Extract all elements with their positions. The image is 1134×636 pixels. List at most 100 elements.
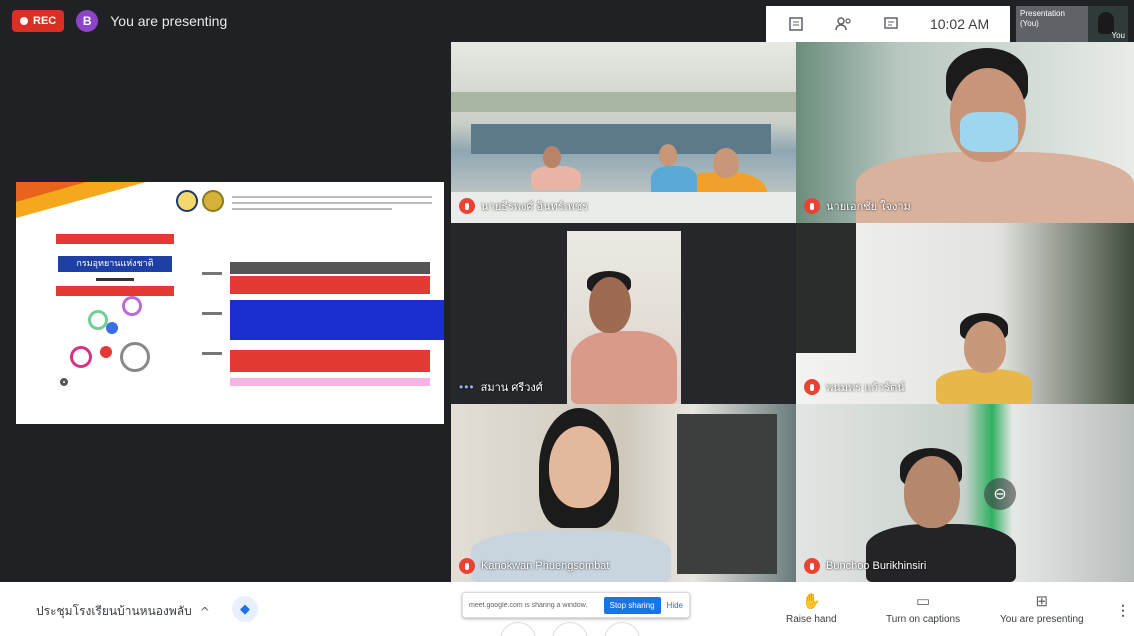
diagram-node [60, 378, 68, 386]
table-footer [230, 378, 430, 386]
top-status-bar: REC B You are presenting [0, 0, 451, 42]
slide-red-bar [56, 286, 174, 296]
mic-off-icon [804, 379, 820, 395]
video-feed [543, 146, 561, 168]
meeting-details[interactable]: ประชุมโรงเรียนบ้านหนองพลับ ^ [36, 602, 210, 621]
recording-label: REC [33, 15, 57, 27]
mic-off-icon [459, 558, 475, 574]
stop-sharing-button[interactable]: Stop sharing [603, 596, 661, 614]
slide-text-line [232, 196, 432, 198]
more-options-icon[interactable]: ⋮ [1116, 602, 1130, 619]
mic-off-icon [804, 198, 820, 214]
record-dot-icon [20, 17, 28, 25]
participant-name-label: ••• สมาน ศรีวงศ์ [459, 378, 543, 396]
table-header [230, 262, 430, 274]
remove-icon[interactable]: ⊖ [984, 478, 1016, 510]
table-row-red [230, 276, 430, 294]
chevron-up-icon: ^ [199, 604, 210, 619]
video-feed [571, 331, 677, 404]
call-controls [500, 622, 640, 636]
video-feed [549, 426, 611, 508]
slide-text-line [232, 202, 432, 204]
shared-slide: กรมอุทยานแห่งชาติ [16, 182, 444, 424]
present-label: You are presenting [1000, 614, 1084, 625]
video-feed [964, 321, 1006, 373]
diagram-node [120, 342, 150, 372]
end-call-button[interactable] [552, 622, 588, 636]
self-camera-tile: You [1088, 6, 1128, 42]
presentation-stage: กรมอุทยานแห่งชาติ [0, 42, 451, 582]
speaking-indicator-icon: ••• [459, 380, 475, 394]
participant-name-label: พนมพร แก้วรัตน์ [804, 378, 905, 396]
table-row-blue [230, 300, 444, 340]
captions-icon: ▭ [915, 593, 931, 610]
participant-tile[interactable]: นายเอกชัย ใจงาม [796, 42, 1134, 223]
participant-tile[interactable]: พนมพร แก้วรัตน์ [796, 223, 1134, 404]
present-button[interactable]: ⊞ You are presenting [1000, 593, 1084, 626]
meet-window: REC B You are presenting 10:02 AM Presen… [0, 0, 1134, 636]
video-feed [677, 414, 777, 574]
chat-icon[interactable] [882, 15, 900, 33]
seal-logo [176, 190, 198, 212]
hide-banner-button[interactable]: Hide [667, 601, 683, 610]
participant-name: Kanokwan Phuengsombat [481, 560, 610, 572]
shield-icon[interactable]: ◆ [232, 596, 258, 622]
recording-badge[interactable]: REC [12, 10, 65, 32]
meeting-clock: 10:02 AM [929, 16, 990, 32]
video-feed [531, 166, 581, 190]
details-icon[interactable] [787, 15, 805, 33]
camera-toggle-button[interactable] [604, 622, 640, 636]
participant-tile[interactable]: ⊖ Bunchoo Burikhinsiri [796, 404, 1134, 582]
present-icon: ⊞ [1035, 593, 1049, 610]
participant-name-label: นายธีรพงศ์ อินทร์เพชร [459, 197, 588, 215]
diagram-node [122, 296, 142, 316]
mic-off-icon [804, 558, 820, 574]
self-label: You [1111, 31, 1126, 40]
diagram-node [88, 310, 108, 330]
video-feed [960, 112, 1018, 152]
seal-logo [202, 190, 224, 212]
video-feed [904, 456, 960, 528]
participant-name-label: Kanokwan Phuengsombat [459, 558, 609, 574]
diagram-node [100, 346, 112, 358]
hand-icon: ✋ [801, 593, 821, 610]
avatar[interactable]: B [76, 10, 99, 32]
row-label [202, 272, 222, 275]
participant-tile[interactable]: นายธีรพงศ์ อินทร์เพชร [451, 42, 796, 223]
self-presentation-tile: Presentation (You) [1016, 6, 1088, 42]
mic-off-icon [459, 198, 475, 214]
video-feed [471, 530, 671, 582]
row-label [202, 312, 222, 315]
participant-name-label: นายเอกชัย ใจงาม [804, 197, 911, 215]
video-feed [796, 223, 856, 353]
top-toolbar: 10:02 AM [766, 6, 1010, 42]
self-view-thumbnail[interactable]: Presentation (You) You [1016, 6, 1128, 42]
slide-title: กรมอุทยานแห่งชาติ [76, 259, 154, 269]
slide-subtitle-line [96, 278, 134, 281]
slide-decoration [16, 182, 86, 202]
raise-hand-button[interactable]: ✋ Raise hand [786, 593, 837, 626]
participant-tile[interactable]: ••• สมาน ศรีวงศ์ [451, 223, 796, 404]
slide-text-line [232, 208, 392, 210]
participant-name: สมาน ศรีวงศ์ [480, 382, 543, 394]
video-feed [936, 369, 1032, 404]
participant-name: Bunchoo Burikhinsiri [826, 560, 927, 572]
video-feed [659, 144, 677, 166]
slide-red-bar [56, 234, 174, 244]
participant-name: พนมพร แก้วรัตน์ [826, 382, 905, 394]
people-icon[interactable] [834, 15, 853, 33]
video-feed [451, 92, 796, 112]
participant-tile[interactable]: Kanokwan Phuengsombat [451, 404, 796, 582]
meeting-name: ประชุมโรงเรียนบ้านหนองพลับ [36, 604, 192, 618]
mic-toggle-button[interactable] [500, 622, 536, 636]
presenting-status: You are presenting [110, 13, 228, 29]
sharing-banner: meet.google.com is sharing a window. Sto… [462, 592, 690, 618]
captions-button[interactable]: ▭ Turn on captions [886, 593, 960, 626]
participant-name: นายธีรพงศ์ อินทร์เพชร [481, 201, 589, 213]
sharing-message: meet.google.com is sharing a window. [469, 601, 588, 609]
table-row-red [230, 350, 430, 372]
diagram-node [106, 322, 118, 334]
participant-name-label: Bunchoo Burikhinsiri [804, 558, 926, 574]
diagram-node [70, 346, 92, 368]
video-feed [713, 148, 739, 178]
